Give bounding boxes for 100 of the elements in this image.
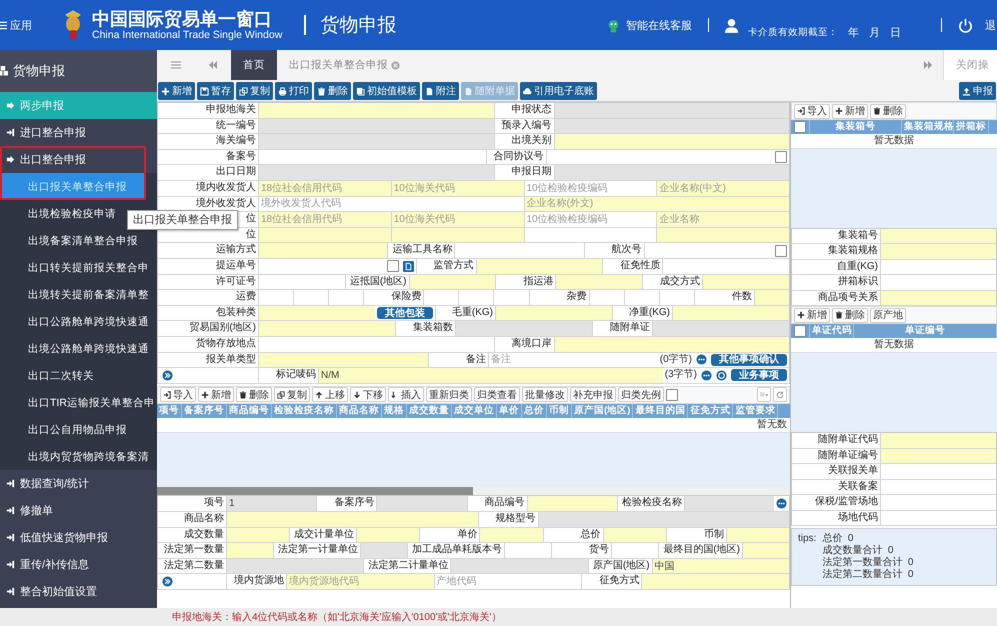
input-field[interactable]: [476, 258, 602, 274]
refresh-button[interactable]: [773, 387, 787, 402]
rewind-icon[interactable]: [208, 60, 218, 70]
checkbox[interactable]: [794, 325, 806, 338]
logout-link[interactable]: 退: [985, 18, 997, 32]
sidebar-item[interactable]: 修撤单: [0, 497, 157, 524]
input-field[interactable]: [408, 274, 496, 290]
input-field[interactable]: [450, 558, 588, 574]
more-icon[interactable]: [701, 370, 712, 381]
input-field[interactable]: [258, 228, 391, 242]
input-field[interactable]: [258, 103, 494, 118]
toolbar-button[interactable]: 补充申报: [570, 387, 616, 402]
input-field[interactable]: [226, 512, 478, 527]
input-field[interactable]: 企业名称(外文): [524, 196, 789, 212]
toolbar-button[interactable]: 上移: [312, 387, 348, 402]
sidebar-subitem[interactable]: 出口二次转关: [0, 362, 94, 389]
fast-forward-icon[interactable]: [923, 60, 933, 70]
input-field[interactable]: [554, 103, 789, 118]
toolbar-button[interactable]: 删除: [832, 308, 868, 323]
toolbar-button[interactable]: 删除: [236, 387, 272, 402]
input-field[interactable]: [538, 512, 789, 527]
toolbar-button[interactable]: 下移: [350, 387, 386, 402]
toolbar-button[interactable]: 复制: [274, 387, 310, 402]
sidebar-subitem[interactable]: 出口TIR运输报关单整合申: [0, 389, 155, 416]
sidebar-item[interactable]: 进口整合申报: [0, 119, 157, 146]
input-field[interactable]: [356, 528, 420, 542]
expand-icon[interactable]: [162, 370, 173, 381]
input-field[interactable]: [554, 118, 789, 134]
input-field[interactable]: [376, 496, 466, 512]
sidebar-subitem[interactable]: 出口公路舱单跨境快速通: [0, 308, 149, 335]
toolbar-button[interactable]: 删除: [870, 104, 906, 118]
input-field[interactable]: [554, 336, 789, 352]
input-field[interactable]: [742, 543, 789, 558]
toolbar-button[interactable]: 新增: [832, 104, 868, 118]
input-field[interactable]: [479, 528, 543, 542]
input-field[interactable]: [554, 134, 789, 149]
input-field[interactable]: 10位海关代码: [390, 212, 524, 227]
toolbar-button[interactable]: 打印: [275, 82, 312, 100]
toolbar-button[interactable]: 插入: [388, 387, 424, 402]
toolbar-button[interactable]: 新增: [158, 82, 195, 100]
toolbar-button[interactable]: 导入: [160, 387, 196, 402]
toolbar-button[interactable]: 重新归类: [426, 387, 472, 402]
input-field[interactable]: [726, 528, 790, 542]
toolbar-button[interactable]: 复制: [236, 82, 273, 100]
toolbar-button[interactable]: 原产地: [870, 308, 906, 323]
input-field[interactable]: [258, 165, 494, 180]
input-field[interactable]: 企业名称(中文): [656, 180, 789, 196]
input-field[interactable]: [258, 134, 494, 149]
toolbar-button[interactable]: 归类先例: [618, 387, 664, 402]
sidebar-subitem[interactable]: 出境转关提前备案清单整: [0, 281, 149, 308]
input-field[interactable]: [258, 352, 428, 368]
toolbar-button[interactable]: 归类查看: [474, 387, 520, 402]
input-field[interactable]: 中国: [652, 558, 789, 574]
toolbar-button[interactable]: 引用电子底账: [520, 82, 597, 100]
more-icon[interactable]: [696, 354, 708, 366]
checkbox[interactable]: [775, 151, 787, 164]
input-field[interactable]: [880, 244, 996, 259]
sidebar-item[interactable]: 数据查询/统计: [0, 470, 157, 497]
sidebar-subitem[interactable]: 出口公自用物品申报: [0, 416, 127, 443]
input-field[interactable]: [880, 448, 996, 463]
toolbar-button[interactable]: 新增: [198, 387, 234, 402]
submit-button[interactable]: 申报: [959, 82, 996, 100]
action-button[interactable]: 业务事项: [731, 369, 787, 382]
action-button[interactable]: 其他包装: [377, 307, 433, 320]
toolbar-button[interactable]: 初始值模板: [353, 82, 420, 100]
input-field[interactable]: [226, 528, 290, 542]
input-field[interactable]: [652, 321, 789, 336]
checkbox[interactable]: [666, 388, 678, 401]
input-field[interactable]: [684, 496, 774, 512]
toolbar-button[interactable]: 新增: [794, 308, 830, 323]
input-field[interactable]: [656, 228, 789, 242]
input-field[interactable]: 企业名称: [656, 212, 789, 227]
input-field[interactable]: [880, 228, 996, 244]
scrollbar[interactable]: [157, 487, 473, 496]
input-field[interactable]: [880, 290, 996, 306]
input-field[interactable]: [258, 306, 375, 320]
input-field[interactable]: [754, 290, 789, 305]
sidebar-item[interactable]: 低值快速货物申报: [0, 524, 157, 551]
sidebar-subitem[interactable]: 出口转关提前报关整合申: [0, 254, 149, 281]
input-field[interactable]: [880, 433, 996, 448]
menu-icon[interactable]: [171, 60, 181, 70]
input-field[interactable]: [258, 243, 388, 258]
input-field[interactable]: 18位社会信用代码: [258, 180, 391, 196]
checkbox[interactable]: [774, 244, 787, 257]
toolbar-button[interactable]: 导入: [794, 104, 830, 118]
input-field[interactable]: N/M: [318, 368, 663, 383]
expand-icon[interactable]: [162, 576, 173, 588]
checkbox[interactable]: [386, 260, 399, 272]
input-field[interactable]: [455, 321, 592, 336]
input-field[interactable]: [555, 274, 642, 290]
close-icon[interactable]: [391, 60, 400, 70]
input-field[interactable]: [672, 306, 789, 320]
input-field[interactable]: [226, 543, 274, 558]
apps-button[interactable]: 应用: [0, 18, 32, 32]
input-field[interactable]: [641, 574, 790, 589]
toolbar-button[interactable]: 附注: [422, 82, 459, 100]
toolbar-button[interactable]: 批量修改: [522, 387, 568, 402]
input-field[interactable]: 1: [226, 496, 316, 512]
support-link[interactable]: 智能在线客服: [626, 18, 692, 32]
toolbar-button[interactable]: 暂存: [197, 82, 234, 100]
